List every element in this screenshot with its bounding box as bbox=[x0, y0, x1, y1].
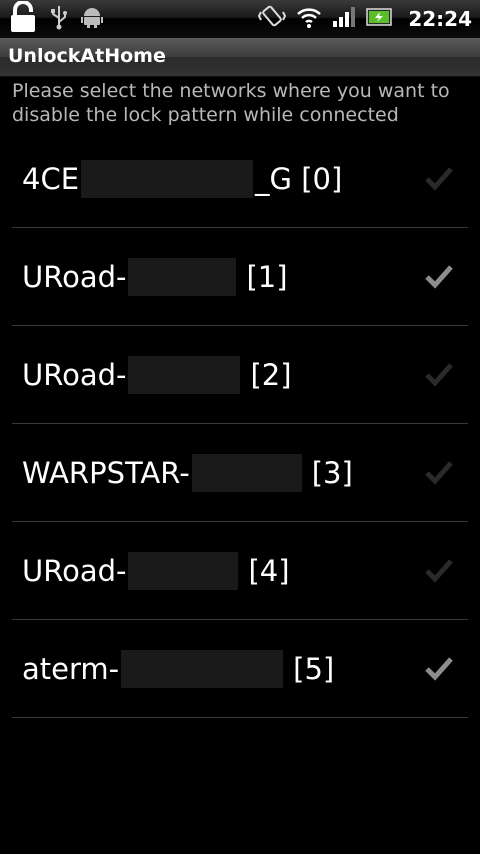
redacted-block bbox=[128, 257, 237, 296]
app-title: UnlockAtHome bbox=[8, 45, 166, 67]
network-row[interactable]: URoad- [2] bbox=[12, 326, 468, 424]
instructions-text: Please select the networks where you wan… bbox=[12, 80, 450, 126]
lock-icon bbox=[8, 0, 38, 37]
app-title-bar: UnlockAtHome bbox=[0, 38, 480, 77]
network-name: URoad- [2] bbox=[22, 355, 292, 394]
android-debug-icon bbox=[80, 5, 104, 33]
redacted-block bbox=[121, 649, 284, 688]
network-row[interactable]: WARPSTAR- [3] bbox=[12, 424, 468, 522]
network-name: 4CE _G [0] bbox=[22, 159, 343, 198]
checkmark-icon[interactable] bbox=[424, 458, 454, 488]
vibrate-icon bbox=[258, 3, 287, 35]
checkmark-icon[interactable] bbox=[424, 556, 454, 586]
battery-icon bbox=[366, 7, 393, 31]
network-row[interactable]: aterm- [5] bbox=[12, 620, 468, 718]
wifi-icon bbox=[296, 5, 322, 33]
checkmark-icon[interactable] bbox=[424, 164, 454, 194]
network-name: aterm- [5] bbox=[22, 649, 335, 688]
status-bar: 22:24 bbox=[0, 0, 480, 38]
clock: 22:24 bbox=[408, 7, 472, 31]
network-row[interactable]: URoad- [1] bbox=[12, 228, 468, 326]
network-list: 4CE _G [0] URoad- [1] URoad- [2] WARPSTAR-[… bbox=[12, 130, 468, 718]
signal-icon bbox=[332, 6, 356, 32]
network-name: URoad- [4] bbox=[22, 551, 290, 590]
redacted-block bbox=[128, 355, 241, 394]
redacted-block bbox=[128, 551, 239, 590]
checkmark-icon[interactable] bbox=[424, 360, 454, 390]
network-row[interactable]: 4CE _G [0] bbox=[12, 130, 468, 228]
usb-icon bbox=[50, 4, 68, 34]
network-name: WARPSTAR- [3] bbox=[22, 453, 353, 492]
checkmark-icon[interactable] bbox=[424, 262, 454, 292]
checkmark-icon[interactable] bbox=[424, 654, 454, 684]
network-row[interactable]: URoad- [4] bbox=[12, 522, 468, 620]
redacted-block bbox=[191, 453, 302, 492]
redacted-block bbox=[81, 159, 254, 198]
network-name: URoad- [1] bbox=[22, 257, 288, 296]
